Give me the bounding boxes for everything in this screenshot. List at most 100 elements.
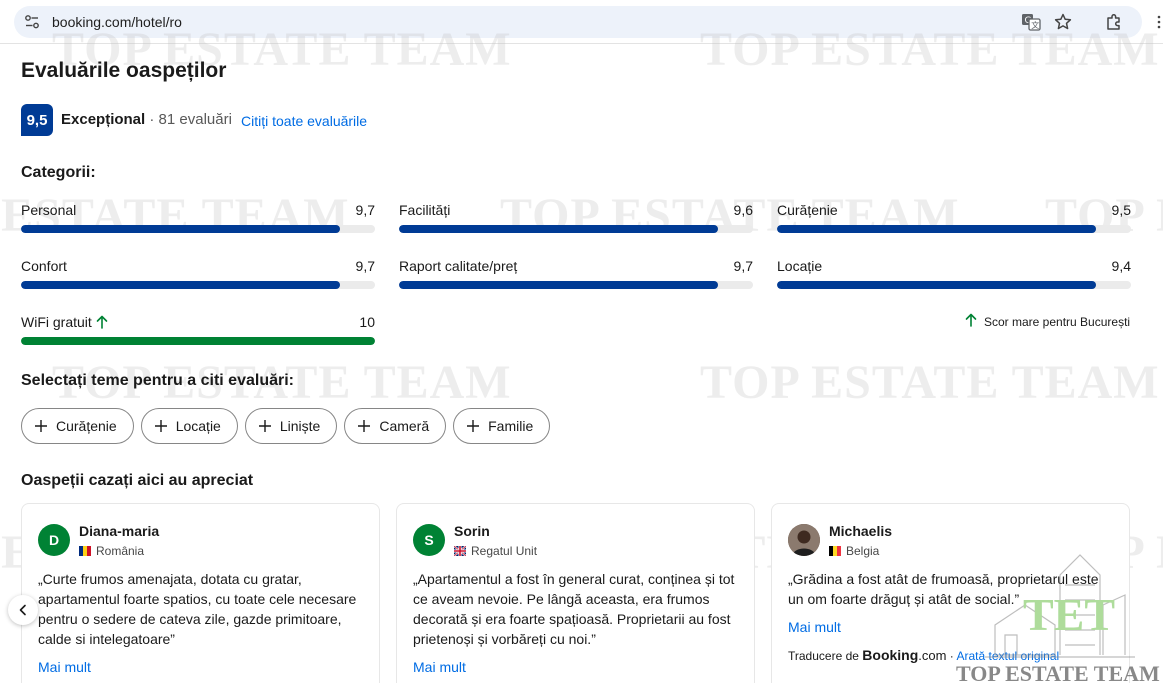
category-bar-fill (399, 281, 718, 289)
reviewer-name: Diana-maria (79, 523, 160, 539)
read-all-reviews-link[interactable]: Citiți toate evaluările (241, 113, 367, 129)
score-separator: · (149, 111, 155, 128)
topic-chip-room[interactable]: Cameră (344, 408, 447, 444)
page-title: Evaluările oaspeților (21, 59, 227, 82)
category-free-wifi: WiFi gratuit 10 (21, 314, 375, 354)
reviewer-name: Sorin (454, 523, 490, 539)
browser-toolbar: booking.com/hotel/ro G 文 (0, 0, 1163, 44)
plus-icon (358, 420, 371, 432)
category-facilities: Facilități 9,6 (399, 202, 753, 242)
category-bar (777, 281, 1131, 289)
category-value: 9,6 (733, 202, 753, 218)
category-bar (399, 225, 753, 233)
address-bar[interactable]: booking.com/hotel/ro (14, 6, 1142, 38)
category-bar-fill (21, 337, 375, 345)
belgium-flag-icon (829, 546, 841, 556)
category-bar (21, 225, 375, 233)
country-name: România (96, 544, 145, 558)
read-more-link[interactable]: Mai mult (788, 619, 841, 635)
score-word: Excepțional (61, 111, 146, 128)
category-label: Curățenie (777, 202, 838, 218)
category-value: 9,5 (1111, 202, 1131, 218)
plus-icon (35, 420, 47, 432)
read-more-link[interactable]: Mai mult (38, 659, 91, 675)
liked-heading: Oaspeții cazați aici au apreciat (21, 472, 254, 489)
category-bar-fill (21, 281, 340, 289)
review-text: „Apartamentul a fost în general curat, c… (413, 571, 735, 647)
browser-menu-icon[interactable] (1155, 12, 1163, 32)
category-label: Facilități (399, 202, 451, 218)
category-label: Confort (21, 258, 67, 274)
arrow-up-icon (965, 313, 977, 327)
review-text: „Curte frumos amenajata, dotata cu grata… (38, 571, 357, 647)
reviewer-country: Regatul Unit (454, 544, 537, 558)
arrow-up-icon (96, 315, 108, 329)
category-value-for-money: Raport calitate/preț 9,7 (399, 258, 753, 298)
category-value: 9,7 (355, 258, 375, 274)
booking-tld: .com (918, 648, 947, 663)
topic-chip-location[interactable]: Locație (140, 408, 238, 444)
agency-logo-text: TOP ESTATE TEAM (956, 661, 1160, 683)
country-name: Belgia (846, 544, 880, 558)
topic-chips: Curățenie Locație Liniște Cameră Familie (21, 408, 551, 444)
avatar: D (38, 524, 70, 556)
category-bar (777, 225, 1131, 233)
bookmark-star-icon[interactable] (1053, 12, 1073, 32)
category-comfort: Confort 9,7 (21, 258, 375, 298)
translate-icon[interactable]: G 文 (1021, 12, 1041, 32)
category-label: Locație (777, 258, 823, 274)
carousel-prev-button[interactable] (8, 595, 38, 625)
review-card: D Diana-maria România „Curte frumos amen… (21, 503, 380, 683)
plus-icon (258, 420, 271, 432)
booking-logo: Booking.com (862, 647, 946, 663)
topic-chip-cleanliness[interactable]: Curățenie (21, 408, 134, 444)
category-bar (399, 281, 753, 289)
category-cleanliness: Curățenie 9,5 (777, 202, 1131, 242)
high-score-text: Scor mare pentru București (984, 315, 1131, 329)
site-settings-icon[interactable] (24, 14, 40, 30)
score-summary: Excepțional · 81 evaluări (61, 111, 232, 128)
booking-brand: Booking (862, 647, 919, 663)
logo-mark: TET (1023, 589, 1115, 640)
review-score-badge: 9,5 (21, 104, 53, 136)
uk-flag-icon (454, 546, 466, 556)
agency-logo-icon: TET (985, 554, 1135, 658)
chip-label: Cameră (379, 418, 430, 434)
category-bar-fill (777, 225, 1096, 233)
avatar: S (413, 524, 445, 556)
category-label: WiFi gratuit (21, 314, 92, 330)
plus-icon (154, 420, 167, 432)
reviewer-country: Belgia (829, 544, 879, 558)
chip-label: Curățenie (56, 418, 117, 434)
translated-by: Traducere de (788, 649, 859, 663)
category-bar (21, 281, 375, 289)
user-photo-icon (788, 524, 820, 556)
category-bar-fill (21, 225, 340, 233)
topic-chip-quiet[interactable]: Liniște (244, 408, 338, 444)
category-value: 9,4 (1111, 258, 1131, 274)
svg-text:文: 文 (1031, 20, 1039, 30)
category-location: Locație 9,4 (777, 258, 1131, 298)
category-label-wrap: WiFi gratuit (21, 314, 109, 330)
url-text[interactable]: booking.com/hotel/ro (52, 14, 182, 30)
topics-heading: Selectați teme pentru a citi evaluări: (21, 372, 294, 389)
category-bar-fill (777, 281, 1096, 289)
watermark-text: TOP ESTATE TEAM (700, 356, 1160, 409)
romania-flag-icon (79, 546, 91, 556)
high-score-note: Scor mare pentru București (964, 313, 1130, 329)
chip-label: Locație (175, 418, 221, 434)
category-bar (21, 337, 375, 345)
reviewer-name: Michaelis (829, 523, 893, 539)
category-label: Raport calitate/preț (399, 258, 518, 274)
country-name: Regatul Unit (471, 544, 538, 558)
plus-icon (467, 420, 480, 432)
topic-chip-family[interactable]: Familie (453, 408, 551, 444)
extensions-puzzle-icon[interactable] (1104, 12, 1124, 32)
category-value: 9,7 (355, 202, 375, 218)
category-personal: Personal 9,7 (21, 202, 375, 242)
orig-separator: · (949, 649, 954, 663)
review-count: 81 evaluări (158, 111, 232, 128)
category-bar-fill (399, 225, 718, 233)
read-more-link[interactable]: Mai mult (413, 659, 466, 675)
category-label: Personal (21, 202, 77, 218)
